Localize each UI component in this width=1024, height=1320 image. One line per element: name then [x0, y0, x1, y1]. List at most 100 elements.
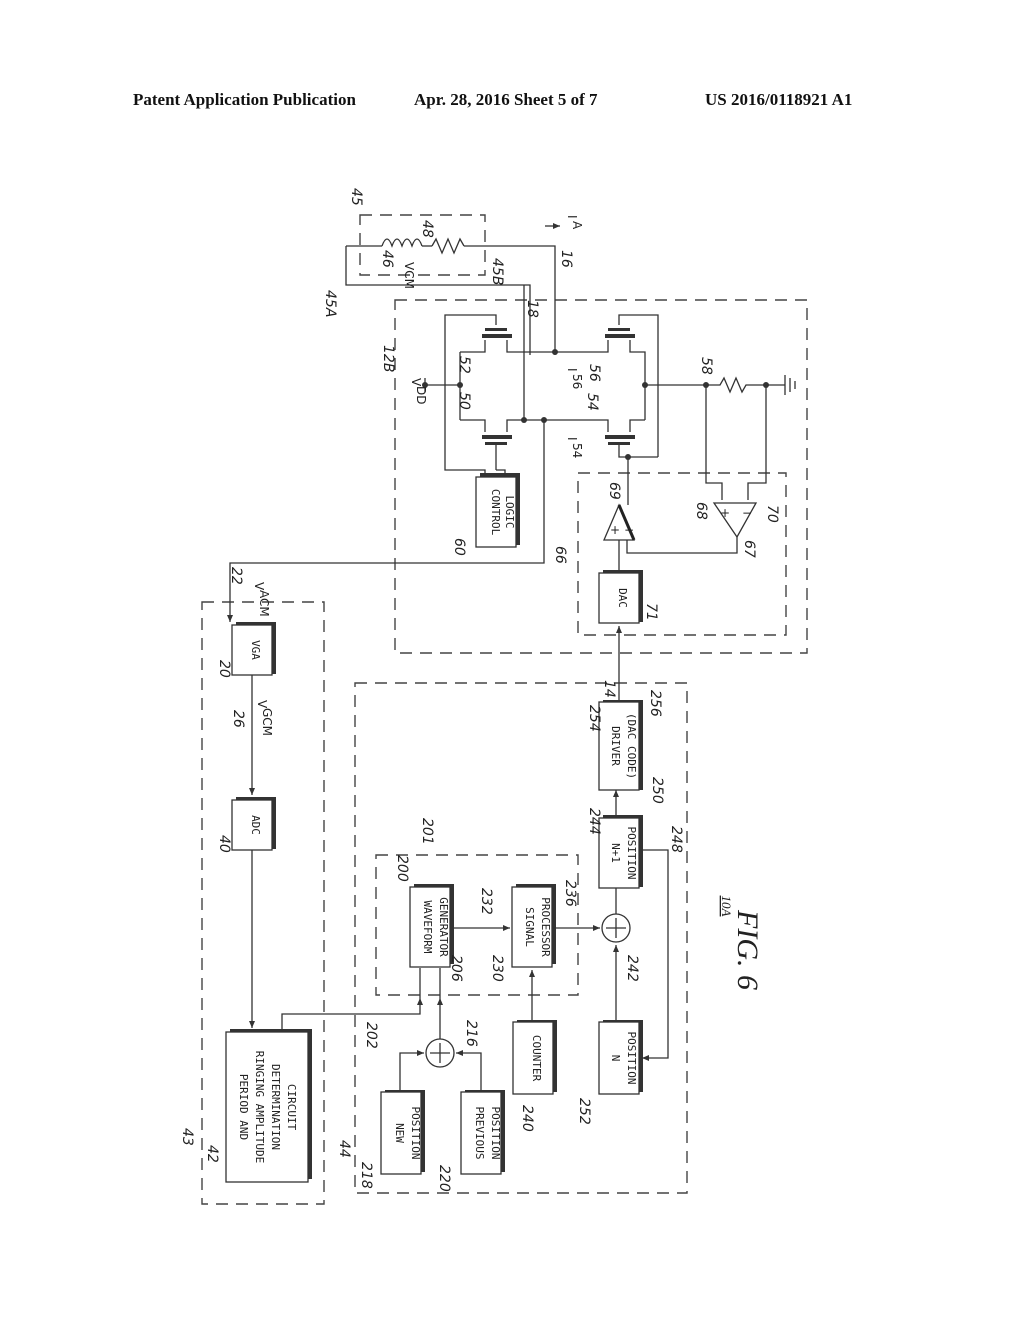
ref-256: 256 [647, 690, 663, 717]
n-position-label-1: N [609, 1055, 622, 1062]
control-logic-label-2: LOGIC [503, 495, 516, 528]
opamp-67-plus: + [720, 506, 730, 520]
ref-16: 16 [558, 250, 574, 268]
svg-text:I: I [565, 215, 579, 219]
n1-position-block: N+1 POSITION [598, 790, 669, 1061]
n1-position-label-2: POSITION [625, 827, 638, 880]
ref-50: 50 [456, 392, 472, 410]
signal-processor-label-2: PROCESSOR [539, 897, 552, 957]
ref-230: 230 [489, 955, 505, 982]
i54-label: I 54 [565, 437, 584, 458]
new-position-block: NEW POSITION [380, 1090, 425, 1175]
vcm-loop [345, 223, 560, 355]
control-logic-block: CONTROL LOGIC [227, 420, 545, 622]
previous-position-block: PREVIOUS POSITION [460, 1090, 505, 1175]
ref-60: 60 [451, 538, 467, 556]
adc-label: ADC [249, 815, 262, 835]
svg-text:54: 54 [570, 443, 584, 458]
ref-236: 236 [562, 880, 578, 907]
new-position-label-1: NEW [393, 1123, 406, 1143]
ref-201: 201 [419, 818, 435, 845]
ref-58: 58 [698, 357, 714, 375]
vgcm-label: V GCM [255, 700, 274, 736]
svg-text:56: 56 [570, 374, 584, 389]
driver-label-2: (DAC CODE) [625, 713, 638, 779]
opamp-67: + − [712, 502, 758, 539]
period-label-2: RINGING AMPLITUDE [253, 1051, 266, 1164]
ref-71: 71 [643, 603, 659, 621]
driver-block: DRIVER (DAC CODE) [598, 700, 643, 791]
ref-216: 216 [463, 1020, 479, 1047]
svg-text:A: A [570, 221, 584, 230]
ref-14: 14 [601, 680, 617, 698]
ref-202: 202 [363, 1022, 379, 1049]
control-logic-label-1: CONTROL [489, 489, 502, 536]
ref-244: 244 [586, 808, 602, 835]
figure-ref: 10A [719, 896, 734, 917]
opamp-69: + − [603, 457, 738, 554]
summer-242 [601, 872, 631, 1022]
h-bridge [422, 285, 796, 500]
resistor-48 [431, 237, 465, 255]
ref-232: 232 [478, 888, 494, 915]
signal-processor-label-1: SIGNAL [523, 907, 536, 947]
counter-label: COUNTER [530, 1035, 543, 1082]
ref-250: 250 [649, 777, 665, 804]
figure-title: FIG. 6 [731, 909, 764, 990]
waveform-label-2: GENERATOR [437, 897, 450, 957]
ref-70: 70 [764, 505, 780, 523]
n-position-label-2: POSITION [625, 1032, 638, 1085]
svg-text:ACM: ACM [257, 590, 271, 617]
previous-position-label-2: POSITION [489, 1107, 502, 1160]
ref-67: 67 [741, 540, 757, 558]
n-position-block: N POSITION [598, 1020, 643, 1095]
vacm-label: V ACM [252, 582, 271, 617]
ref-44: 44 [336, 1140, 352, 1158]
ref-26: 26 [230, 710, 246, 728]
vga-label: VGA [249, 640, 262, 660]
ref-45: 45 [348, 188, 364, 206]
ref-42: 42 [204, 1145, 220, 1163]
inductor-46 [381, 238, 423, 248]
ref-220: 220 [436, 1165, 452, 1192]
ref-240: 240 [519, 1105, 535, 1132]
ref-69: 69 [606, 482, 622, 500]
previous-position-label-1: PREVIOUS [473, 1107, 486, 1160]
ref-45B: 45B [489, 258, 505, 285]
driver-label-1: DRIVER [609, 726, 622, 766]
ref-68: 68 [693, 502, 709, 520]
opamp-67-minus: − [742, 506, 752, 520]
opamp-69-plus: + [610, 523, 620, 537]
ref-252: 252 [576, 1098, 592, 1125]
ref-12B: 12B [380, 345, 396, 372]
svg-text:I: I [565, 368, 579, 372]
period-label-3: DETERMINATION [269, 1064, 282, 1150]
ref-20: 20 [216, 660, 232, 678]
ref-46: 46 [379, 250, 395, 268]
period-label-1: PERIOD AND [237, 1074, 250, 1140]
ref-18: 18 [524, 300, 540, 318]
ref-48: 48 [419, 220, 435, 238]
ref-254: 254 [586, 705, 602, 732]
i56-label: I 56 [565, 368, 584, 389]
ref-56: 56 [586, 364, 602, 382]
new-position-label-2: POSITION [409, 1107, 422, 1160]
signal-processor-block: SIGNAL PROCESSOR [511, 884, 600, 1022]
period-label-4: CIRCUIT [285, 1084, 298, 1131]
ref-248: 248 [668, 826, 684, 853]
ref-43: 43 [179, 1128, 195, 1146]
waveform-label-1: WAVEFORM [421, 901, 434, 954]
ref-22: 22 [228, 567, 244, 585]
ref-66: 66 [552, 546, 568, 564]
counter-block: COUNTER [512, 1020, 557, 1095]
svg-text:GCM: GCM [260, 708, 274, 736]
ia-label: I A [565, 215, 584, 230]
dac-block: DAC [598, 540, 643, 700]
ref-200: 200 [394, 855, 410, 882]
n1-position-label-1: N+1 [609, 843, 622, 863]
vcm-label: VCM [402, 262, 416, 289]
ref-242: 242 [624, 955, 640, 982]
ref-40: 40 [216, 835, 232, 853]
ref-52: 52 [456, 356, 472, 374]
svg-text:I: I [565, 437, 579, 441]
